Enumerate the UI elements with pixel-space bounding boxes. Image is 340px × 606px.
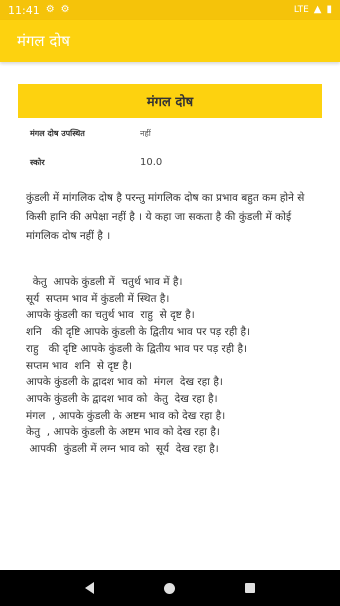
list-item: शनि की दृष्टि आपके कुंडली के द्वितीय भाव… bbox=[26, 326, 251, 339]
battery-icon: ▮ bbox=[326, 4, 332, 15]
gear-icon: ⚙ bbox=[45, 4, 55, 15]
planet-positions-list: केतु आपके कुंडली में चतुर्थ भाव में है। … bbox=[26, 274, 320, 458]
app-bar-title: मंगल दोष bbox=[17, 32, 70, 50]
home-icon[interactable] bbox=[164, 582, 175, 594]
status-time: 11:41 bbox=[8, 3, 40, 17]
list-item: मंगल , आपके कुंडली के अष्टम भाव को देख र… bbox=[26, 409, 226, 422]
list-item: आपके कुंडली का चतुर्थ भाव राहु से दृष्ट … bbox=[26, 309, 195, 322]
system-nav-bar bbox=[0, 570, 340, 606]
list-item: आपके कुंडली के द्वादश भाव को केतु देख रह… bbox=[26, 392, 218, 405]
list-item: सूर्य सप्तम भाव में कुंडली में स्थित है। bbox=[26, 292, 170, 305]
score-label: स्कोर bbox=[30, 158, 45, 167]
signal-icon: ▲ bbox=[313, 4, 322, 15]
network-type: LTE bbox=[293, 5, 309, 15]
list-item: आपकी कुंडली में लग्न भाव को सूर्य देख रह… bbox=[26, 443, 219, 456]
list-item: राहु की दृष्टि आपके कुंडली के द्वितीय भा… bbox=[26, 342, 248, 355]
present-label: मंगल दोष उपस्थित bbox=[30, 129, 85, 138]
card-header: मंगल दोष bbox=[18, 84, 322, 118]
list-item: केतु , आपके कुंडली के अष्टम भाव को देख र… bbox=[26, 426, 220, 439]
recent-apps-icon[interactable] bbox=[245, 583, 255, 593]
main-content[interactable]: मंगल दोष मंगल दोष उपस्थित नहीं स्कोर 10.… bbox=[0, 62, 340, 570]
list-item: केतु आपके कुंडली में चतुर्थ भाव में है। bbox=[26, 276, 183, 288]
info-row-present: मंगल दोष उपस्थित नहीं bbox=[30, 128, 151, 139]
present-value: नहीं bbox=[140, 129, 151, 138]
back-icon[interactable] bbox=[85, 582, 94, 594]
list-item: आपके कुंडली के द्वादश भाव को मंगल देख रह… bbox=[26, 376, 223, 389]
description-paragraph: कुंडली में मांगलिक दोष है परन्तु मांगलिक… bbox=[26, 192, 305, 242]
app-bar: मंगल दोष bbox=[0, 20, 340, 62]
card-heading: मंगल दोष bbox=[146, 95, 194, 110]
status-bar: 11:41 ⚙ ⚙ LTE ▲ ▮ bbox=[0, 0, 340, 20]
info-row-score: स्कोर 10.0 bbox=[30, 157, 162, 168]
gear-icon: ⚙ bbox=[60, 4, 70, 15]
list-item: सप्तम भाव शनि से दृष्ट है। bbox=[26, 359, 132, 372]
score-value: 10.0 bbox=[140, 157, 163, 168]
